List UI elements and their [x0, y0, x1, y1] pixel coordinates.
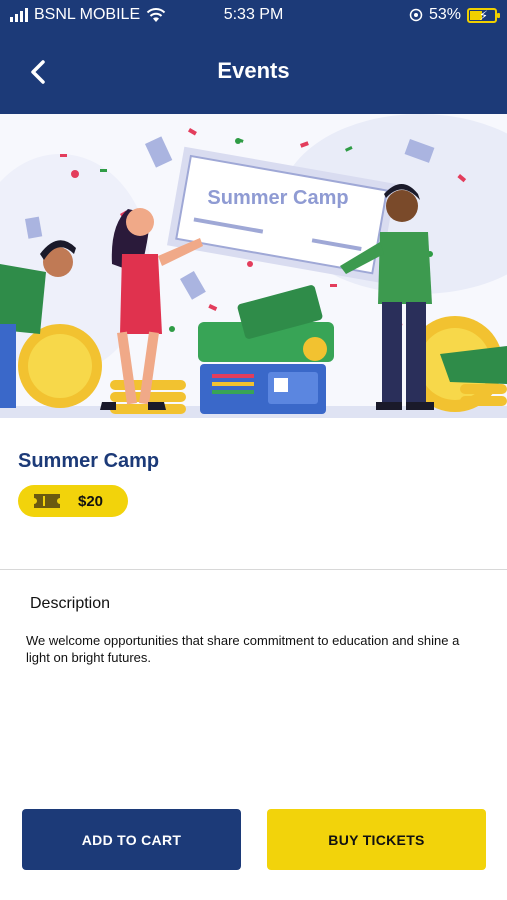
status-bar: BSNL MOBILE 5:33 PM 53% ⚡ [0, 0, 507, 32]
app-header-area: BSNL MOBILE 5:33 PM 53% ⚡ Events [0, 0, 507, 114]
nav-header: Events [0, 40, 507, 104]
banner-illustration: Summer Camp [0, 114, 507, 418]
battery-percent: 53% [428, 6, 461, 23]
battery-icon: ⚡ [467, 7, 500, 23]
check-label: Summer Camp [207, 187, 348, 209]
buy-tickets-button[interactable]: BUY TICKETS [267, 809, 486, 870]
event-banner-image: Summer Camp [0, 114, 507, 418]
orientation-lock-icon [409, 8, 423, 22]
price-badge: $20 [18, 485, 128, 517]
price-value: $20 [78, 492, 104, 510]
section-divider [0, 569, 507, 570]
page-title: Events [217, 58, 290, 83]
description-heading: Description [30, 595, 111, 612]
status-right: 53% ⚡ [409, 6, 500, 24]
add-to-cart-button[interactable]: ADD TO CART [22, 809, 241, 870]
event-title: Summer Camp [18, 450, 160, 472]
description-text: We welcome opportunities that share comm… [26, 633, 460, 665]
ticket-icon [34, 494, 60, 508]
